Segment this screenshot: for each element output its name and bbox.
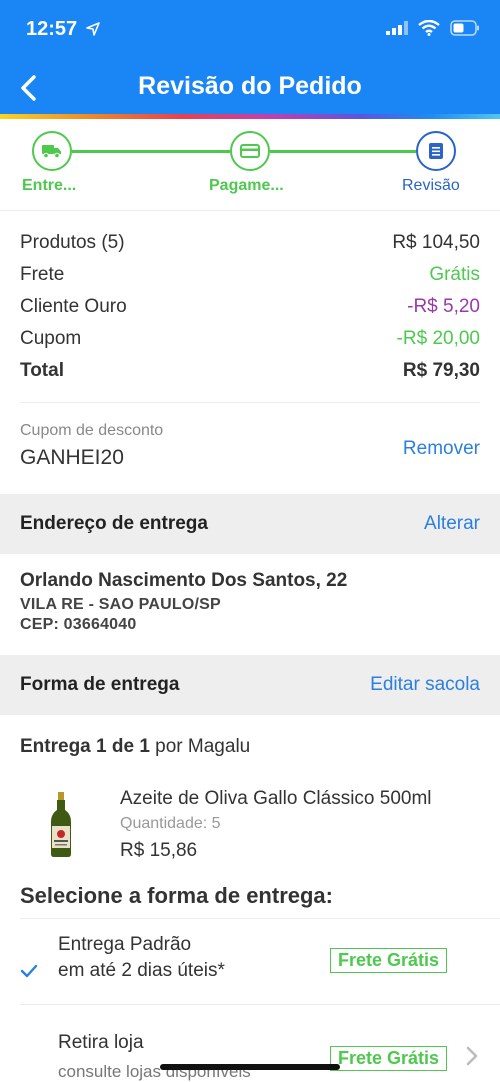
address-section-title: Endereço de entrega — [20, 513, 208, 534]
product-quantity: Quantidade: 5 — [120, 815, 221, 832]
delivery-count: Entrega 1 de 1 por Magalu — [20, 736, 250, 758]
coupon-label: Cupom — [20, 328, 82, 349]
status-bar: 12:57 — [0, 0, 500, 60]
gold-client-value: -R$ 5,20 — [407, 296, 480, 317]
remove-coupon-link[interactable]: Remover — [403, 438, 480, 460]
shipping-option-standard[interactable]: Entrega Padrão em até 2 dias úteis* Fret… — [0, 934, 500, 1014]
checkout-stepper: Entre... Pagame... Revisão — [0, 119, 500, 211]
divider — [20, 918, 500, 919]
shipping-label: Frete — [20, 264, 65, 285]
truck-icon — [42, 145, 61, 159]
order-summary: Produtos (5) R$ 104,50 Frete Grátis Clie… — [20, 227, 480, 387]
summary-row-products: Produtos (5) R$ 104,50 — [20, 227, 480, 259]
summary-row-gold-client: Cliente Ouro -R$ 5,20 — [20, 291, 480, 323]
olive-oil-bottle-image — [51, 792, 71, 857]
summary-row-shipping: Frete Grátis — [20, 259, 480, 291]
step-delivery[interactable] — [32, 131, 72, 171]
document-icon — [429, 143, 443, 159]
shipping-options-title: Selecione a forma de entrega: — [20, 883, 333, 908]
step-review[interactable] — [416, 131, 456, 171]
step-connector — [270, 150, 416, 153]
pickup-option-title: Retira loja — [58, 1032, 144, 1053]
shipping-option-pickup[interactable]: Retira loja consulte lojas disponíveis F… — [0, 1032, 500, 1082]
edit-bag-link[interactable]: Editar sacola — [370, 674, 480, 696]
credit-card-icon — [240, 144, 260, 158]
products-label: Produtos (5) — [20, 232, 125, 253]
divider — [20, 1004, 500, 1005]
gold-client-label: Cliente Ouro — [20, 296, 127, 317]
delivery-seller: por Magalu — [155, 736, 251, 757]
battery-icon — [450, 20, 479, 36]
address-section-header: Endereço de entrega Alterar — [0, 494, 500, 554]
products-value: R$ 104,50 — [392, 232, 480, 253]
checkmark-icon — [20, 964, 38, 978]
delivery-section-header: Forma de entrega Editar sacola — [0, 655, 500, 715]
address-district: VILA RE - SAO PAULO/SP — [20, 596, 221, 613]
address-street: Orlando Nascimento Dos Santos, 22 — [20, 570, 348, 591]
standard-option-title: Entrega Padrão — [58, 934, 192, 955]
product-item: Azeite de Oliva Gallo Clássico 500ml Qua… — [0, 782, 500, 868]
product-name: Azeite de Oliva Gallo Clássico 500ml — [120, 788, 432, 809]
free-shipping-badge: Frete Grátis — [330, 1046, 448, 1071]
home-indicator[interactable] — [160, 1064, 340, 1070]
total-label: Total — [20, 360, 64, 381]
step-label-review: Revisão — [402, 177, 460, 194]
page-title: Revisão do Pedido — [138, 72, 362, 100]
app-header: Revisão do Pedido — [0, 60, 500, 114]
coupon-section: Cupom de desconto GANHEI20 Remover — [20, 422, 480, 482]
standard-option-subtitle: em até 2 dias úteis* — [58, 960, 225, 981]
summary-row-total: Total R$ 79,30 — [20, 355, 480, 387]
delivery-count-text: Entrega 1 de 1 — [20, 736, 150, 757]
step-payment[interactable] — [230, 131, 270, 171]
step-connector — [72, 150, 230, 153]
summary-row-coupon: Cupom -R$ 20,00 — [20, 323, 480, 355]
delivery-address: Orlando Nascimento Dos Santos, 22 VILA R… — [20, 570, 480, 634]
change-address-link[interactable]: Alterar — [424, 513, 480, 535]
product-price: R$ 15,86 — [120, 840, 198, 861]
status-icons — [386, 20, 480, 36]
signal-icon — [386, 21, 408, 35]
address-zip: CEP: 03664040 — [20, 616, 137, 633]
status-time: 12:57 — [26, 18, 78, 40]
total-value: R$ 79,30 — [402, 360, 480, 381]
divider — [20, 402, 480, 403]
shipping-value: Grátis — [429, 264, 480, 285]
step-label-delivery: Entre... — [22, 177, 77, 194]
delivery-section-title: Forma de entrega — [20, 674, 180, 695]
chevron-right-icon — [466, 1046, 478, 1066]
step-label-payment: Pagame... — [209, 177, 284, 194]
location-arrow-icon — [86, 22, 100, 36]
wifi-icon — [418, 20, 440, 36]
coupon-value: -R$ 20,00 — [396, 328, 480, 349]
free-shipping-badge: Frete Grátis — [330, 948, 448, 973]
